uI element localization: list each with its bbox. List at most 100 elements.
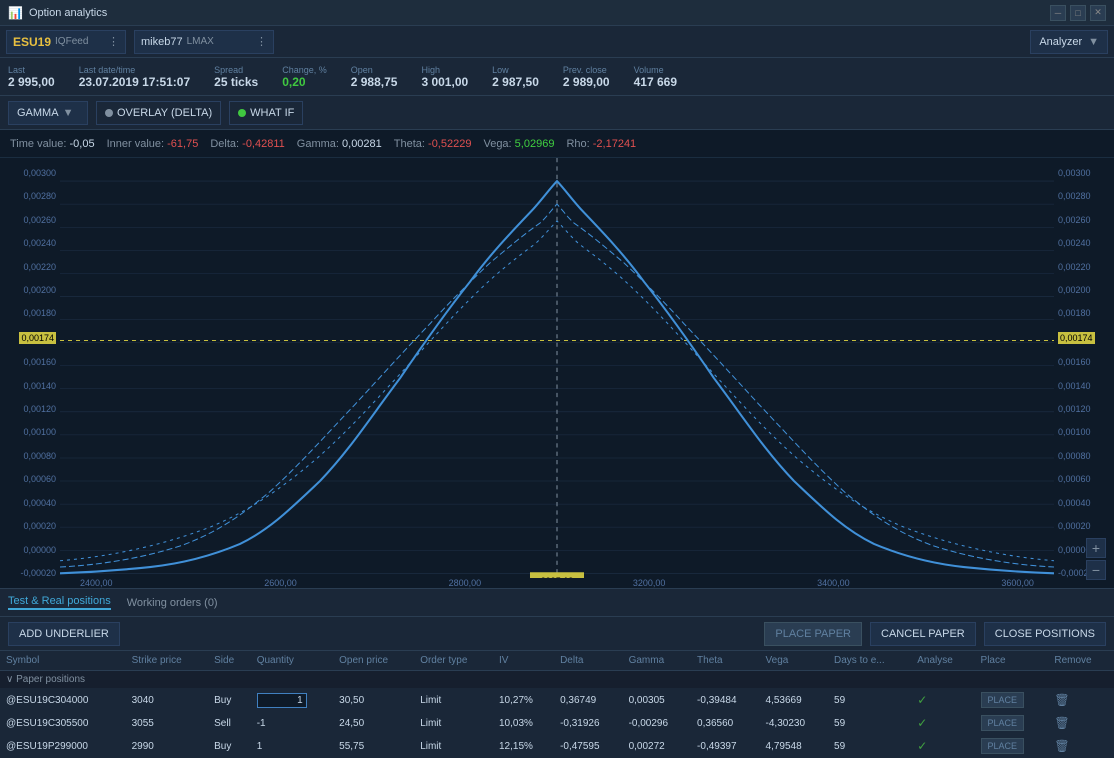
greek-vega-val: 5,02969	[515, 138, 555, 150]
close-positions-button[interactable]: CLOSE POSITIONS	[984, 622, 1106, 646]
cell-theta-3: -0,49397	[691, 735, 759, 758]
cell-place-3[interactable]: PLACE	[975, 735, 1049, 758]
instrument-selector[interactable]: ESU19 IQFeed ⋮	[6, 30, 126, 54]
greek-vega: Vega: 5,02969	[483, 138, 554, 150]
greek-inner-value: Inner value: -61,75	[107, 138, 199, 150]
chart-container: 0,00300 0,00280 0,00260 0,00240 0,00220 …	[0, 158, 1114, 588]
stat-volume: Volume 417 669	[634, 65, 677, 89]
zoom-controls[interactable]: + −	[1086, 538, 1106, 580]
table-row: @ESU19P299000 2990 Buy 1 55,75 Limit 12,…	[0, 735, 1114, 758]
delete-icon-2[interactable]: 🗑	[1054, 716, 1069, 730]
greek-theta-val: -0,52229	[428, 138, 471, 150]
stat-high: High 3 001,00	[421, 65, 468, 89]
add-underlier-button[interactable]: ADD UNDERLIER	[8, 622, 120, 646]
table-row: @ESU19C305500 3055 Sell -1 24,50 Limit 1…	[0, 712, 1114, 735]
stat-open: Open 2 988,75	[351, 65, 398, 89]
close-button[interactable]: ✕	[1090, 5, 1106, 21]
cell-vega-2: -4,30230	[760, 712, 828, 735]
place-paper-button[interactable]: PLACE PAPER	[764, 622, 862, 646]
cell-order-type-2: Limit	[414, 712, 493, 735]
cell-order-type-1: Limit	[414, 689, 493, 712]
controls-bar: GAMMA ▼ OVERLAY (DELTA) WHAT IF	[0, 96, 1114, 130]
cell-strike-1: 3040	[126, 689, 208, 712]
x-label-2600: 2600,00	[264, 578, 297, 588]
bottom-tabs: Test & Real positions Working orders (0)	[0, 589, 1114, 617]
stat-open-value: 2 988,75	[351, 75, 398, 89]
greek-gamma-val: 0,00281	[342, 138, 382, 150]
account-selector[interactable]: mikeb77 LMAX ⋮	[134, 30, 274, 54]
instrument-menu-icon[interactable]: ⋮	[108, 35, 119, 48]
y-axis-left: 0,00300 0,00280 0,00260 0,00240 0,00220 …	[0, 158, 60, 588]
place-button-1[interactable]: PLACE	[981, 692, 1025, 708]
chart-svg: 2995,13	[60, 158, 1054, 588]
account-name: mikeb77	[141, 36, 183, 48]
place-button-2[interactable]: PLACE	[981, 715, 1025, 731]
quantity-input-1[interactable]	[257, 693, 307, 708]
analyse-check-1: ✓	[917, 693, 927, 707]
app-title: Option analytics	[29, 7, 107, 19]
col-strike: Strike price	[126, 651, 208, 671]
delete-icon-1[interactable]: 🗑	[1054, 693, 1069, 707]
analyzer-selector[interactable]: Analyzer ▼	[1030, 30, 1108, 54]
stat-last: Last 2 995,00	[8, 65, 55, 89]
cell-days-2: 59	[828, 712, 911, 735]
cell-days-3: 59	[828, 735, 911, 758]
cancel-paper-button[interactable]: CANCEL PAPER	[870, 622, 976, 646]
gamma-selector[interactable]: GAMMA ▼	[8, 101, 88, 125]
greek-time-value-label: Time value:	[10, 138, 66, 150]
stat-last-value: 2 995,00	[8, 75, 55, 89]
zoom-out-button[interactable]: −	[1086, 560, 1106, 580]
cell-iv-1: 10,27%	[493, 689, 554, 712]
stat-volume-value: 417 669	[634, 75, 677, 89]
cell-side-1: Buy	[208, 689, 251, 712]
cell-order-type-3: Limit	[414, 735, 493, 758]
tab-working-orders[interactable]: Working orders (0)	[127, 597, 218, 609]
account-menu-icon[interactable]: ⋮	[256, 35, 267, 48]
cell-gamma-2: -0,00296	[623, 712, 691, 735]
col-delta: Delta	[554, 651, 622, 671]
greeks-bar: Time value: -0,05 Inner value: -61,75 De…	[0, 130, 1114, 158]
cell-delta-2: -0,31926	[554, 712, 622, 735]
cell-gamma-3: 0,00272	[623, 735, 691, 758]
stat-low-value: 2 987,50	[492, 75, 539, 89]
cell-place-1[interactable]: PLACE	[975, 689, 1049, 712]
minimize-button[interactable]: ─	[1050, 5, 1066, 21]
account-source: LMAX	[187, 36, 214, 47]
stat-last-label: Last	[8, 65, 55, 75]
overlay-button[interactable]: OVERLAY (DELTA)	[96, 101, 221, 125]
whatif-dot-icon	[238, 109, 246, 117]
greek-gamma-label: Gamma:	[297, 138, 339, 150]
section-paper-positions: ∨ Paper positions	[0, 671, 1114, 689]
analyzer-dropdown-icon: ▼	[1088, 36, 1099, 48]
cell-quantity-1[interactable]	[251, 689, 333, 712]
x-label-2800: 2800,00	[449, 578, 482, 588]
stat-datetime: Last date/time 23.07.2019 17:51:07	[79, 65, 190, 89]
place-button-3[interactable]: PLACE	[981, 738, 1025, 754]
cell-strike-2: 3055	[126, 712, 208, 735]
cell-remove-3[interactable]: 🗑	[1048, 735, 1114, 758]
cell-analyse-1: ✓	[911, 689, 974, 712]
cell-remove-2[interactable]: 🗑	[1048, 712, 1114, 735]
table-header-row: Symbol Strike price Side Quantity Open p…	[0, 651, 1114, 671]
cell-iv-3: 12,15%	[493, 735, 554, 758]
col-open-price: Open price	[333, 651, 414, 671]
greek-rho: Rho: -2,17241	[566, 138, 636, 150]
cell-place-2[interactable]: PLACE	[975, 712, 1049, 735]
gamma-dropdown-icon: ▼	[63, 107, 74, 119]
cell-iv-2: 10,03%	[493, 712, 554, 735]
x-label-2400: 2400,00	[80, 578, 113, 588]
zoom-in-button[interactable]: +	[1086, 538, 1106, 558]
window-controls[interactable]: ─ □ ✕	[1050, 5, 1106, 21]
maximize-button[interactable]: □	[1070, 5, 1086, 21]
greek-delta: Delta: -0,42811	[210, 138, 284, 150]
tab-test-real-positions[interactable]: Test & Real positions	[8, 595, 111, 610]
greek-gamma: Gamma: 0,00281	[297, 138, 382, 150]
delete-icon-3[interactable]: 🗑	[1054, 739, 1069, 753]
stat-open-label: Open	[351, 65, 398, 75]
chart-main: 2995,13 2400,00 2600,00 2800,00 3200,00 …	[60, 158, 1054, 588]
greek-rho-val: -2,17241	[593, 138, 636, 150]
whatif-button[interactable]: WHAT IF	[229, 101, 303, 125]
cell-quantity-3: 1	[251, 735, 333, 758]
stat-volume-label: Volume	[634, 65, 677, 75]
cell-remove-1[interactable]: 🗑	[1048, 689, 1114, 712]
